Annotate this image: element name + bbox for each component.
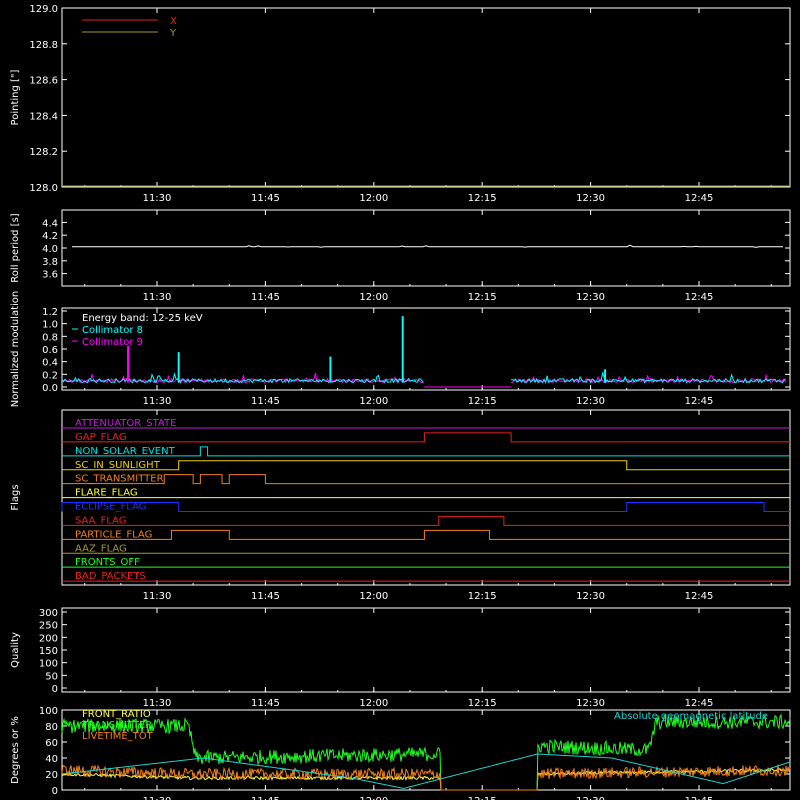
x-tick-label: 12:15: [468, 193, 497, 204]
y-tick-label: 80: [45, 722, 58, 733]
flag-label-particle-flag: PARTICLE_FLAG: [75, 529, 152, 540]
x-tick-label: 11:30: [143, 796, 172, 800]
x-tick-label: 12:15: [468, 698, 497, 709]
x-tick-label: 12:15: [468, 292, 497, 303]
x-tick-label: 12:15: [468, 591, 497, 602]
y-tick-label: 0.0: [42, 383, 58, 394]
y-tick-label: 0.4: [42, 358, 58, 369]
x-tick-label: 11:30: [143, 698, 172, 709]
y-tick-label: 200: [39, 633, 58, 644]
x-tick-label: 12:30: [576, 292, 605, 303]
y-tick-label: 4.2: [42, 231, 58, 242]
legend-label: Collimator 8: [82, 325, 143, 336]
x-tick-label: 12:30: [576, 591, 605, 602]
x-tick-label: 12:30: [576, 796, 605, 800]
x-tick-label: 12:00: [359, 591, 388, 602]
legend-label-y: Y: [169, 28, 177, 39]
flag-label-aaz-flag: AAZ_FLAG: [75, 543, 127, 554]
y-tick-label: 20: [45, 770, 58, 781]
y-tick-label: 4.4: [42, 218, 58, 229]
x-tick-label: 12:45: [685, 796, 714, 800]
y-tick-label: 129.0: [29, 4, 58, 15]
x-tick-label: 12:30: [576, 698, 605, 709]
y-tick-label: 0.8: [42, 332, 58, 343]
y-axis-label: Pointing ["]: [10, 69, 21, 125]
x-tick-label: 12:00: [359, 396, 388, 407]
x-tick-label: 12:30: [576, 193, 605, 204]
flag-label-attenuator-state: ATTENUATOR_STATE: [75, 418, 176, 429]
y-tick-label: 0.2: [42, 370, 58, 381]
y-axis-label: Roll period [s]: [10, 213, 21, 282]
x-tick-label: 11:45: [251, 193, 280, 204]
legend-label-latitude: Absolute geomagnetic latitude: [614, 711, 768, 722]
x-tick-label: 11:30: [143, 193, 172, 204]
y-tick-label: 3.8: [42, 257, 58, 268]
x-tick-label: 12:00: [359, 698, 388, 709]
y-tick-label: 60: [45, 738, 58, 749]
y-tick-label: 128.2: [29, 147, 58, 158]
dashboard-svg: 11:30 11:45 12:00 12:15 12:30 12:45 Pointing […: [0, 0, 800, 800]
legend-label-0: FRONT_RATIO: [82, 709, 151, 720]
y-tick-label: 0: [52, 684, 58, 695]
y-axis-label: Degrees or %: [10, 716, 21, 784]
x-tick-label: 12:15: [468, 796, 497, 800]
x-tick-label: 12:00: [359, 292, 388, 303]
flag-label-saa-flag: SAA_FLAG: [75, 515, 126, 526]
y-axis-label: Quality: [10, 632, 21, 668]
x-tick-label: 12:00: [359, 796, 388, 800]
x-tick-label: 11:30: [143, 591, 172, 602]
y-tick-label: 0: [52, 786, 58, 797]
y-tick-label: 100: [39, 706, 58, 717]
x-tick-label: 12:45: [685, 193, 714, 204]
y-tick-label: 3.6: [42, 270, 58, 281]
y-tick-label: 150: [39, 646, 58, 657]
y-tick-label: 100: [39, 659, 58, 670]
x-tick-label: 11:30: [143, 396, 172, 407]
legend-label: Collimator 9: [82, 337, 143, 348]
legend-label-1: TRANSMITTER: [81, 720, 152, 731]
x-tick-label: 11:45: [251, 292, 280, 303]
x-tick-label: 12:45: [685, 698, 714, 709]
flag-label-non-solar-event: NON_SOLAR_EVENT: [75, 446, 176, 457]
x-tick-label: 12:15: [468, 396, 497, 407]
y-tick-label: 128.6: [29, 76, 58, 87]
x-tick-label: 12:45: [685, 292, 714, 303]
y-tick-label: 50: [45, 671, 58, 682]
y-tick-label: 4.0: [42, 244, 58, 255]
legend-label-2: LIVETIME_TOT: [82, 731, 154, 742]
y-tick-label: 128.0: [29, 183, 58, 194]
x-tick-label: 11:45: [251, 591, 280, 602]
y-tick-label: 300: [39, 608, 58, 619]
flag-label-sc-in-sunlight: SC_IN_SUNLIGHT: [75, 460, 161, 471]
y-tick-label: 40: [45, 754, 58, 765]
y-tick-label: 1.0: [42, 320, 58, 331]
y-tick-label: 0.6: [42, 345, 58, 356]
flag-label-eclipse-flag: ECLIPSE_FLAG: [75, 502, 146, 513]
x-tick-label: 11:45: [251, 698, 280, 709]
x-tick-label: 11:45: [251, 396, 280, 407]
flag-label-flare-flag: FLARE_FLAG: [75, 488, 138, 499]
x-tick-label: 12:30: [576, 396, 605, 407]
flag-label-fronts-off: FRONTS_OFF: [75, 557, 140, 568]
flag-label-sc-transmitter: SC_TRANSMITTER: [75, 474, 164, 485]
x-tick-label: 12:45: [685, 396, 714, 407]
x-tick-label: 12:45: [685, 591, 714, 602]
x-tick-label: 11:45: [251, 796, 280, 800]
legend-label-x: X: [170, 16, 177, 27]
legend-title: Energy band: 12-25 keV: [82, 313, 203, 324]
y-tick-label: 1.2: [42, 307, 58, 318]
flag-label-gap-flag: GAP_FLAG: [75, 432, 127, 443]
y-tick-label: 250: [39, 621, 58, 632]
y-tick-label: 128.4: [29, 111, 58, 122]
flag-label-bad-packets: BAD_PACKETS: [75, 571, 146, 582]
x-tick-label: 11:30: [143, 292, 172, 303]
y-tick-label: 128.8: [29, 40, 58, 51]
x-tick-label: 12:00: [359, 193, 388, 204]
y-axis-label: Flags: [10, 484, 21, 510]
y-axis-label: Normalized modulation: [10, 291, 21, 408]
